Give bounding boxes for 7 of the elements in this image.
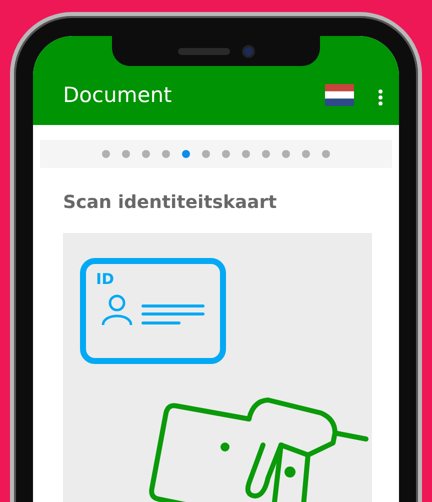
flag-icon[interactable] xyxy=(325,84,354,106)
camera-lens xyxy=(242,44,254,58)
screen-title: Document xyxy=(63,85,173,106)
more-menu-icon[interactable] xyxy=(378,89,383,106)
speaker-grille xyxy=(178,48,230,54)
id-label: ID xyxy=(96,270,114,288)
section-heading: Scan identiteitskaart xyxy=(63,192,278,213)
